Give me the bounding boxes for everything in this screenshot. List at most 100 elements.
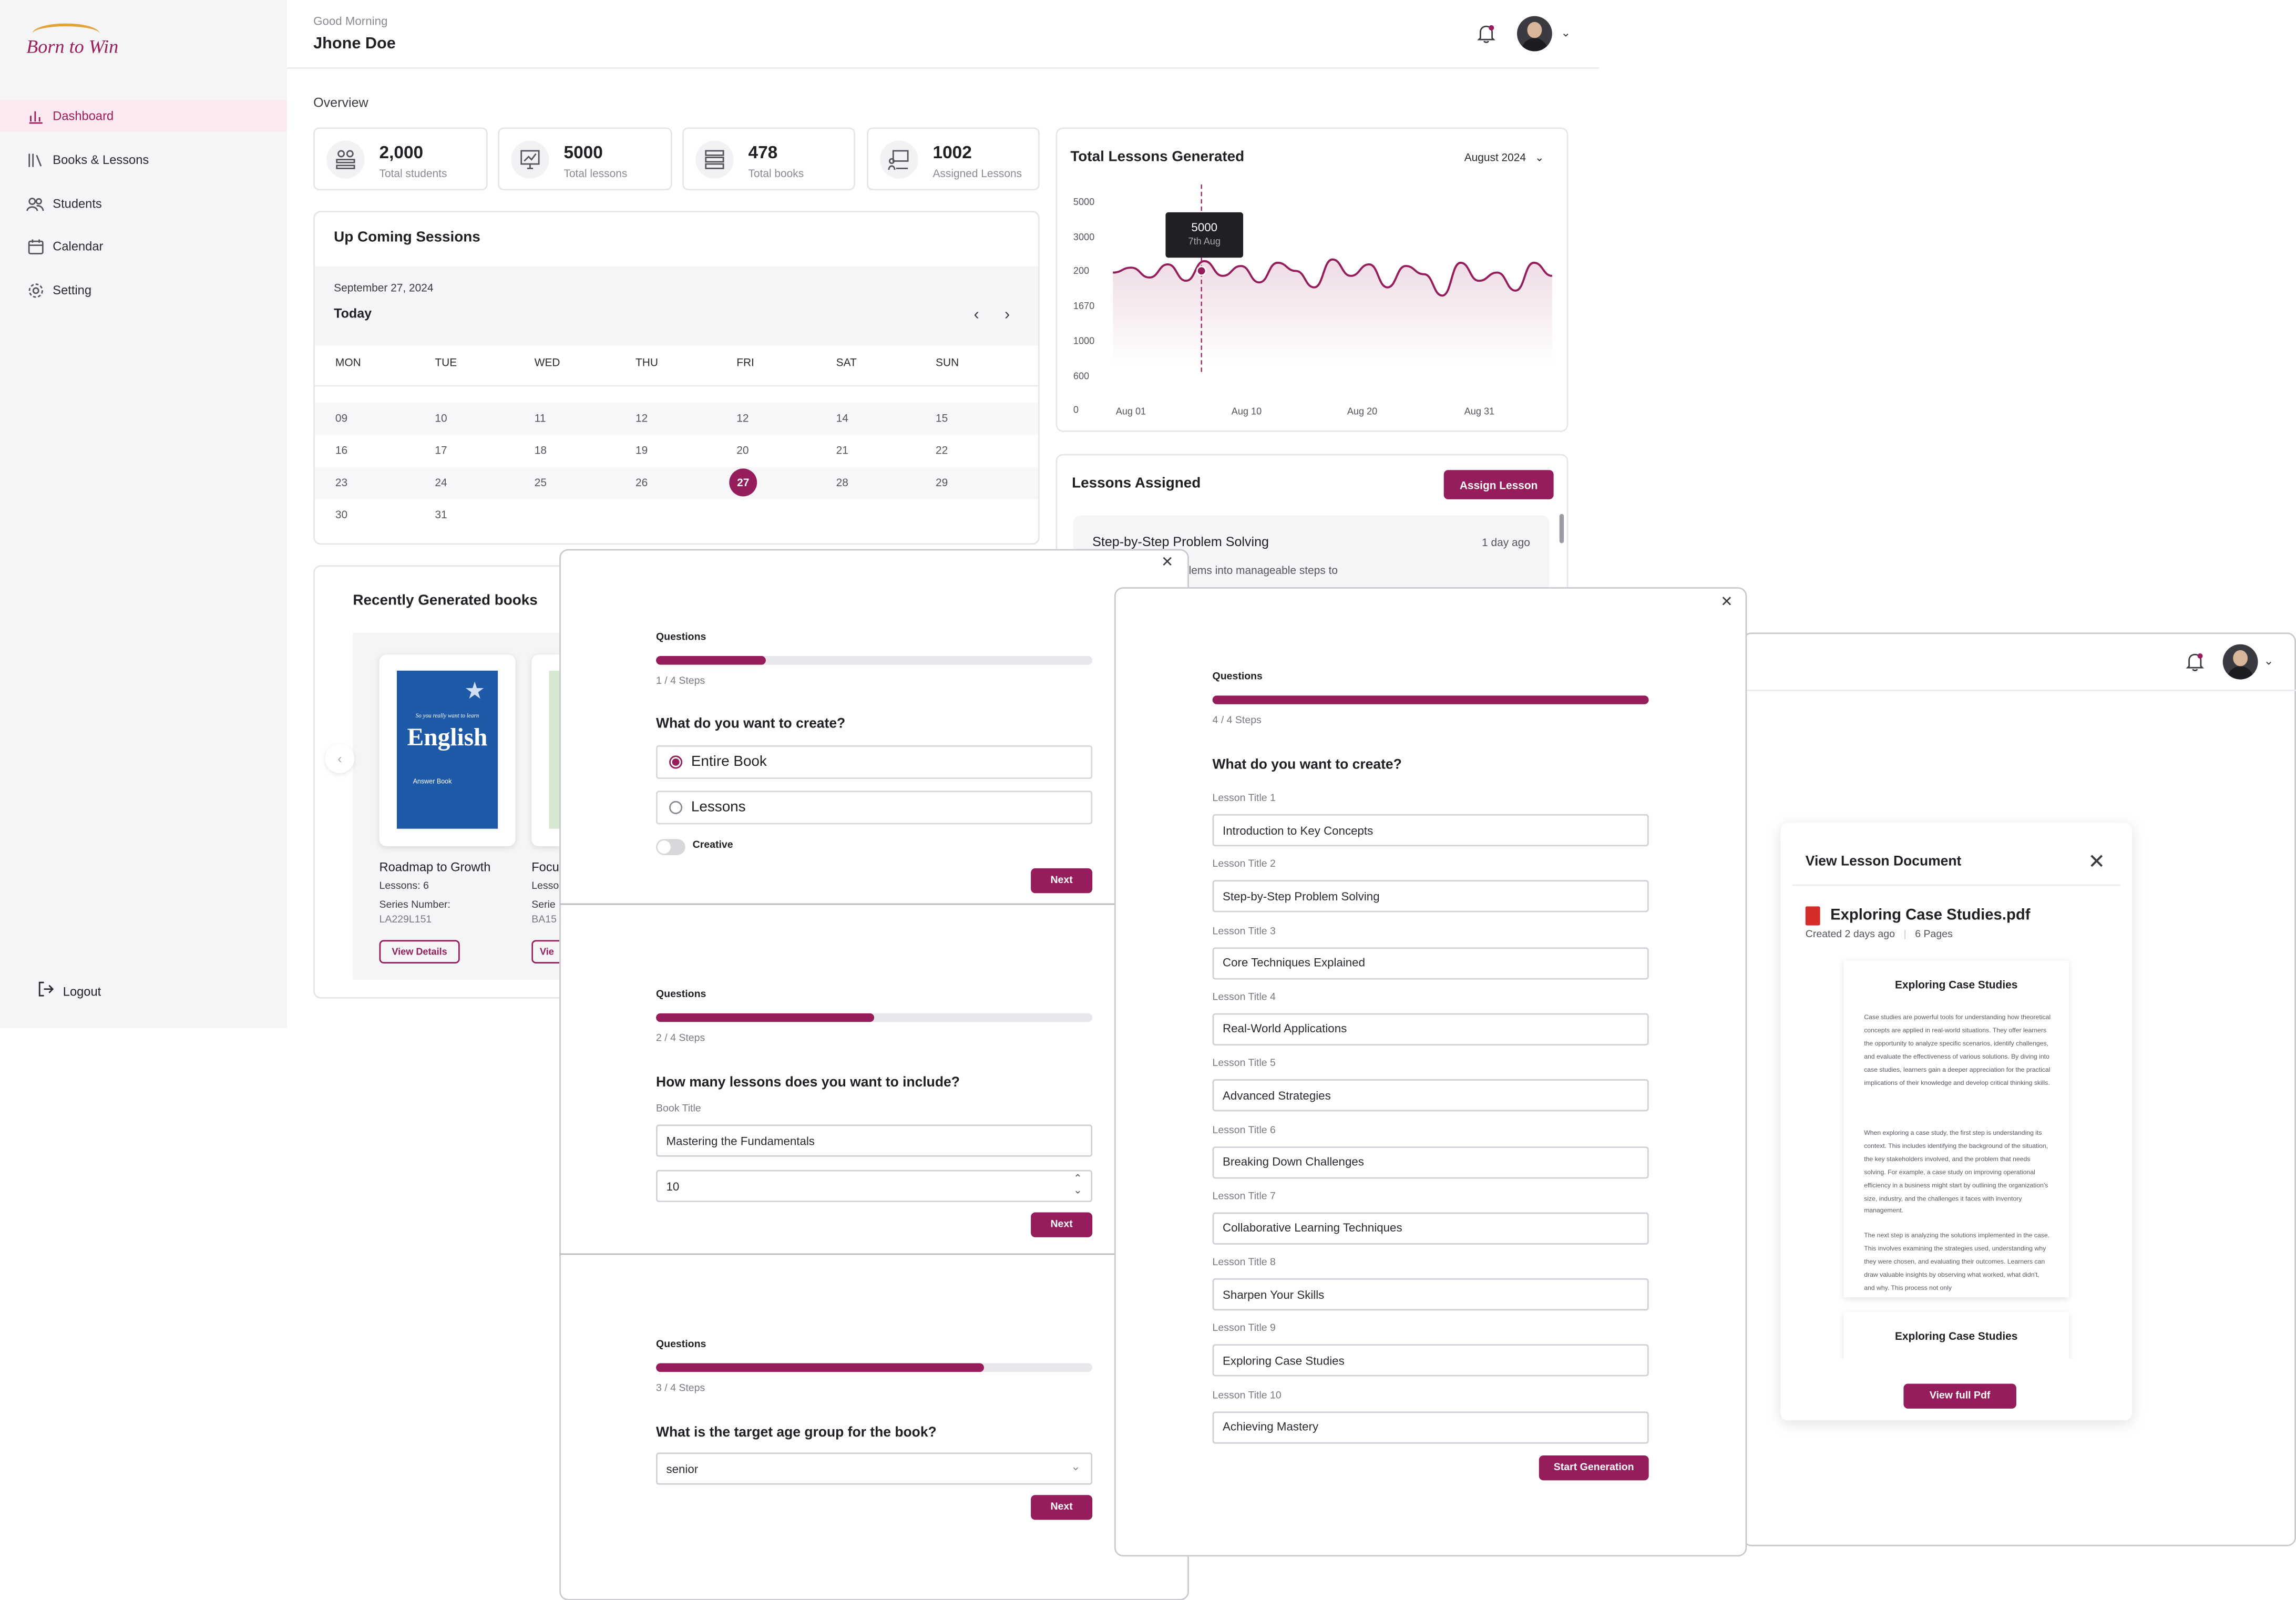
sidebar-item-students[interactable]: Students: [0, 188, 287, 220]
calendar-day[interactable]: 14: [836, 412, 848, 425]
lesson-title-input[interactable]: Breaking Down Challenges: [1212, 1145, 1649, 1178]
lesson-title-input[interactable]: Step-by-Step Problem Solving: [1212, 880, 1649, 913]
header-divider: [1744, 690, 2296, 691]
next-button[interactable]: Next: [1031, 868, 1093, 894]
lesson-title-input[interactable]: Sharpen Your Skills: [1212, 1278, 1649, 1311]
lesson-title-label: Lesson Title 9: [1212, 1324, 1276, 1335]
calendar-day[interactable]: 30: [335, 508, 347, 521]
sidebar-item-label: Dashboard: [53, 108, 114, 123]
sidebar-item-books-lessons[interactable]: Books & Lessons: [0, 143, 287, 176]
sidebar: Born to Win Dashboard Books & Lessons St…: [0, 0, 287, 1028]
y-tick-label: 200: [1073, 266, 1090, 277]
carousel-prev-icon[interactable]: ‹: [325, 744, 355, 773]
chevron-down-icon[interactable]: ⌄: [2264, 654, 2274, 668]
option-entire-book[interactable]: Entire Book: [655, 745, 1093, 779]
calendar-day[interactable]: 23: [335, 476, 347, 489]
create-modal-step-2: Questions 2 / 4 Steps How many lessons d…: [559, 903, 1189, 1257]
book-card-partial[interactable]: [531, 654, 561, 847]
start-generation-button[interactable]: Start Generation: [1539, 1455, 1649, 1481]
calendar-day[interactable]: 09: [335, 412, 347, 425]
avatar[interactable]: [2222, 644, 2258, 680]
calendar-day[interactable]: 24: [435, 476, 447, 489]
next-button[interactable]: Next: [1031, 1212, 1093, 1237]
notification-bell-icon[interactable]: [2185, 652, 2205, 672]
lesson-title-input[interactable]: Introduction to Key Concepts: [1212, 814, 1649, 847]
calendar-day[interactable]: 17: [435, 444, 447, 457]
presentation-icon: [880, 140, 918, 179]
sidebar-item-setting[interactable]: Setting: [0, 274, 287, 306]
step-progress-bar: [655, 655, 1093, 665]
scrollbar[interactable]: [1559, 514, 1564, 543]
stat-card-assigned: 1002 Assigned Lessons: [867, 127, 1040, 191]
notification-bell-icon[interactable]: [1476, 24, 1496, 44]
doc-page-title: Exploring Case Studies: [1895, 978, 2018, 991]
calendar-weekday: FRI: [736, 355, 754, 369]
view-full-pdf-button[interactable]: View full Pdf: [1903, 1383, 2016, 1409]
doc-page: Exploring Case Studies Case studies are …: [1843, 960, 2069, 1298]
next-button[interactable]: Next: [1031, 1495, 1093, 1520]
doc-file-name[interactable]: Exploring Case Studies.pdf: [1830, 906, 2030, 924]
calendar-day[interactable]: 31: [435, 508, 447, 521]
book-series: LA229L151: [379, 915, 432, 926]
calendar-day[interactable]: 12: [736, 412, 749, 425]
lesson-title-input[interactable]: Collaborative Learning Techniques: [1212, 1212, 1649, 1245]
lesson-count-stepper[interactable]: 10 ⌃ ⌄: [655, 1170, 1093, 1203]
logout-button[interactable]: Logout: [38, 981, 101, 1000]
calendar-day[interactable]: 16: [335, 444, 347, 457]
assigned-item-title: Step-by-Step Problem Solving: [1092, 534, 1269, 549]
close-icon[interactable]: ✕: [1161, 555, 1173, 571]
assign-lesson-button[interactable]: Assign Lesson: [1443, 470, 1554, 499]
age-group-select[interactable]: senior ⌄: [655, 1452, 1093, 1485]
logo[interactable]: Born to Win: [26, 35, 118, 59]
option-lessons[interactable]: Lessons: [655, 791, 1093, 825]
calendar-next-icon[interactable]: ›: [1004, 306, 1010, 323]
books-icon: [26, 151, 44, 168]
avatar[interactable]: [1516, 16, 1552, 52]
option-label: Entire Book: [691, 754, 767, 771]
book-series-label: Serie: [531, 900, 556, 911]
calendar-day[interactable]: 12: [636, 412, 648, 425]
lesson-title-input[interactable]: Core Techniques Explained: [1212, 947, 1649, 979]
book-card[interactable]: So you really want to learn English Answ…: [379, 654, 516, 847]
calendar-day[interactable]: 10: [435, 412, 447, 425]
x-tick-label: Aug 01: [1115, 407, 1146, 417]
sidebar-item-label: Books & Lessons: [53, 152, 149, 167]
calendar-header-band: [314, 266, 1039, 346]
sidebar-item-dashboard[interactable]: Dashboard: [0, 99, 287, 132]
creative-toggle[interactable]: [655, 839, 685, 855]
stat-label: Total books: [748, 167, 804, 180]
tooltip-label: 7th Aug: [1188, 237, 1221, 248]
stepper-arrows-icon[interactable]: ⌃ ⌄: [1073, 1174, 1082, 1198]
calendar-day[interactable]: 25: [535, 476, 547, 489]
calendar-day[interactable]: 29: [936, 476, 948, 489]
calendar-day[interactable]: 11: [535, 412, 546, 425]
calendar-prev-icon[interactable]: ‹: [973, 306, 979, 323]
steps-indicator: 3 / 4 Steps: [655, 1383, 705, 1394]
chevron-down-icon[interactable]: ⌄: [1561, 26, 1571, 39]
calendar-day-selected[interactable]: 27: [729, 468, 757, 497]
view-details-button[interactable]: View Details: [379, 940, 460, 963]
calendar-day[interactable]: 22: [936, 444, 948, 457]
close-icon[interactable]: ✕: [1720, 594, 1733, 611]
calendar-day[interactable]: 26: [636, 476, 648, 489]
question-text: How many lessons does you want to includ…: [655, 1074, 960, 1091]
calendar-day[interactable]: 15: [936, 412, 948, 425]
calendar-day[interactable]: 21: [836, 444, 848, 457]
calendar-day[interactable]: 28: [836, 476, 848, 489]
top-header: Good Morning Jhone Doe ⌄: [286, 0, 1599, 69]
calendar-day[interactable]: 19: [636, 444, 648, 457]
period-dropdown[interactable]: August 2024 ⌄: [1464, 151, 1544, 164]
lesson-title-input[interactable]: Achieving Mastery: [1212, 1411, 1649, 1443]
hover-point[interactable]: [1196, 265, 1207, 276]
book-title-input[interactable]: Mastering the Fundamentals: [655, 1124, 1093, 1157]
bar-chart-icon: [26, 107, 44, 124]
close-icon[interactable]: ✕: [2088, 849, 2105, 874]
lesson-title-input[interactable]: Real-World Applications: [1212, 1013, 1649, 1045]
lesson-title-input[interactable]: Exploring Case Studies: [1212, 1345, 1649, 1377]
view-details-button[interactable]: Vie: [531, 940, 561, 963]
users-icon: [26, 194, 44, 212]
sidebar-item-calendar[interactable]: Calendar: [0, 230, 287, 262]
calendar-day[interactable]: 18: [535, 444, 547, 457]
lesson-title-input[interactable]: Advanced Strategies: [1212, 1079, 1649, 1112]
calendar-day[interactable]: 20: [736, 444, 749, 457]
